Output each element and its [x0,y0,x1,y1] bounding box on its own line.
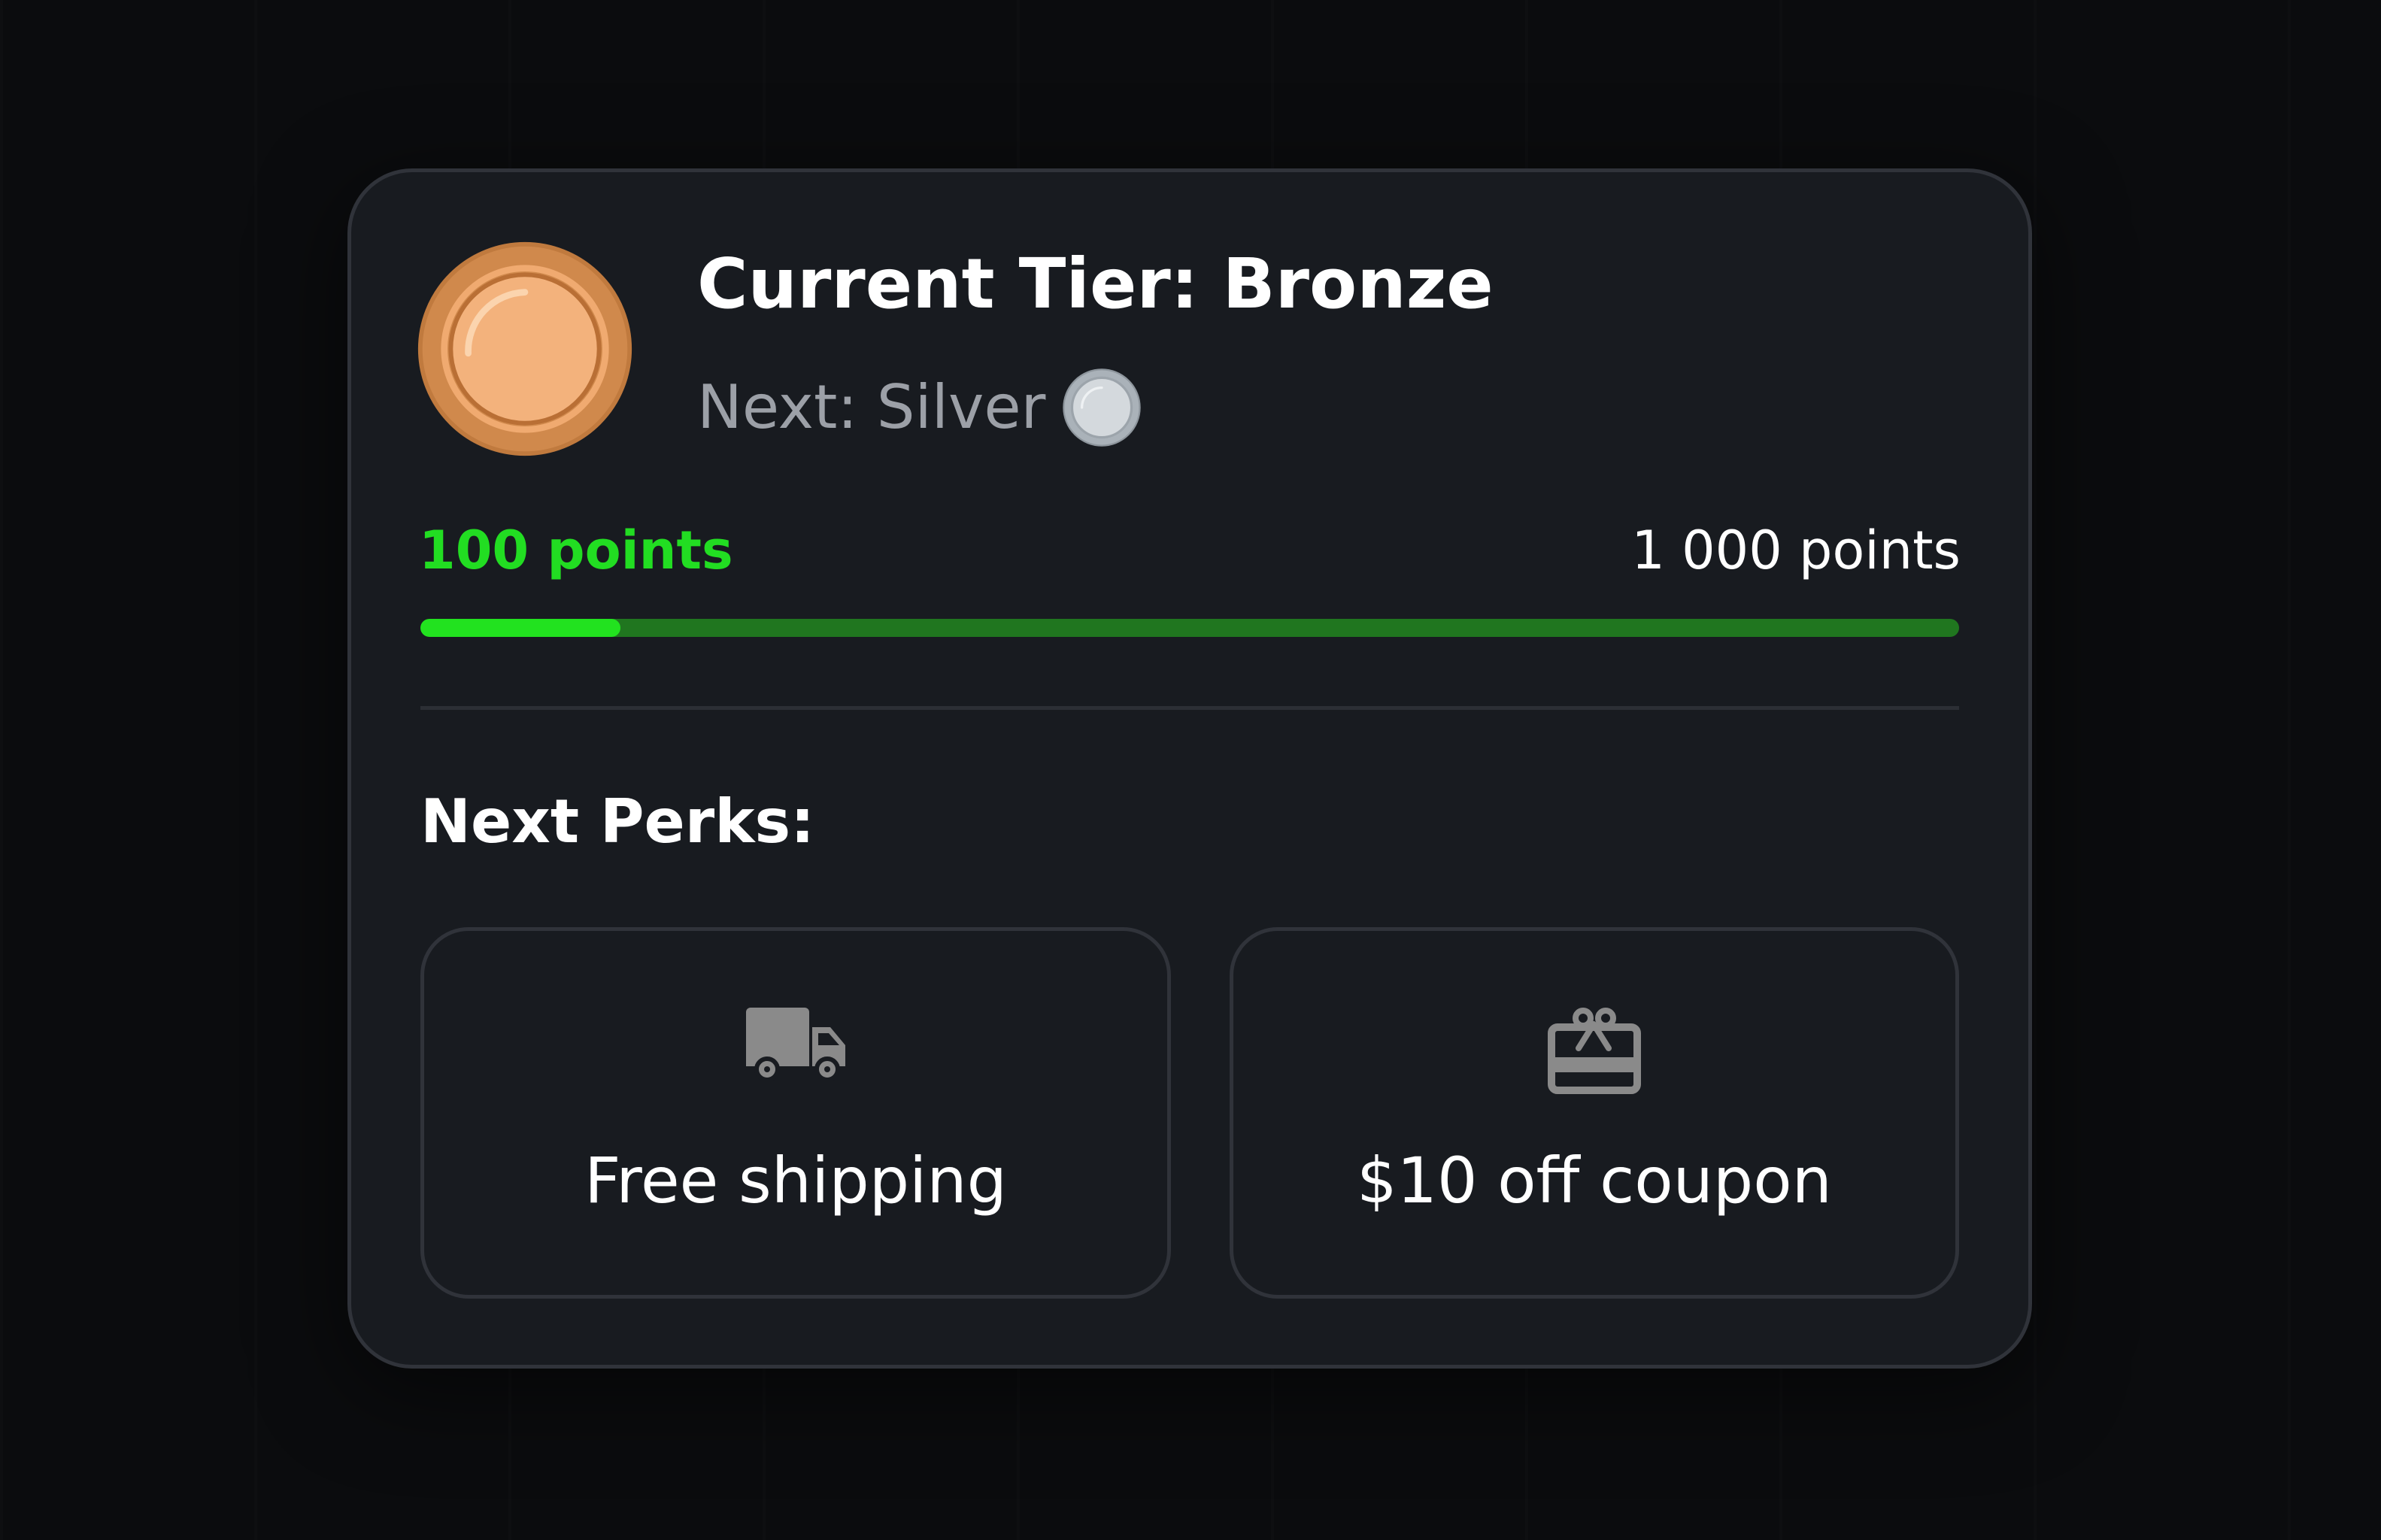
divider [420,706,1959,710]
points-progress-bar [420,619,1959,637]
gift-card-icon [1548,1008,1641,1094]
perk-card-free-shipping[interactable]: Free shipping [420,927,1171,1299]
current-points: 100 points [419,520,733,581]
next-tier-row: Next: Silver [697,366,1143,449]
perk-card-coupon[interactable]: $10 off coupon [1230,927,1959,1299]
bronze-coin-icon [417,241,632,456]
next-perks-heading: Next Perks: [420,787,815,856]
perk-label: $10 off coupon [1357,1144,1832,1217]
truck-icon [746,1008,845,1081]
current-tier-title: Current Tier: Bronze [697,244,1494,324]
goal-points: 1 000 points [1631,520,1961,581]
next-tier-label: Next: Silver [697,372,1046,442]
perk-label: Free shipping [584,1144,1007,1217]
silver-coin-icon [1063,368,1142,447]
points-progress-fill [420,619,620,637]
loyalty-tier-card: Current Tier: Bronze Next: Silver 100 po… [347,168,2032,1369]
